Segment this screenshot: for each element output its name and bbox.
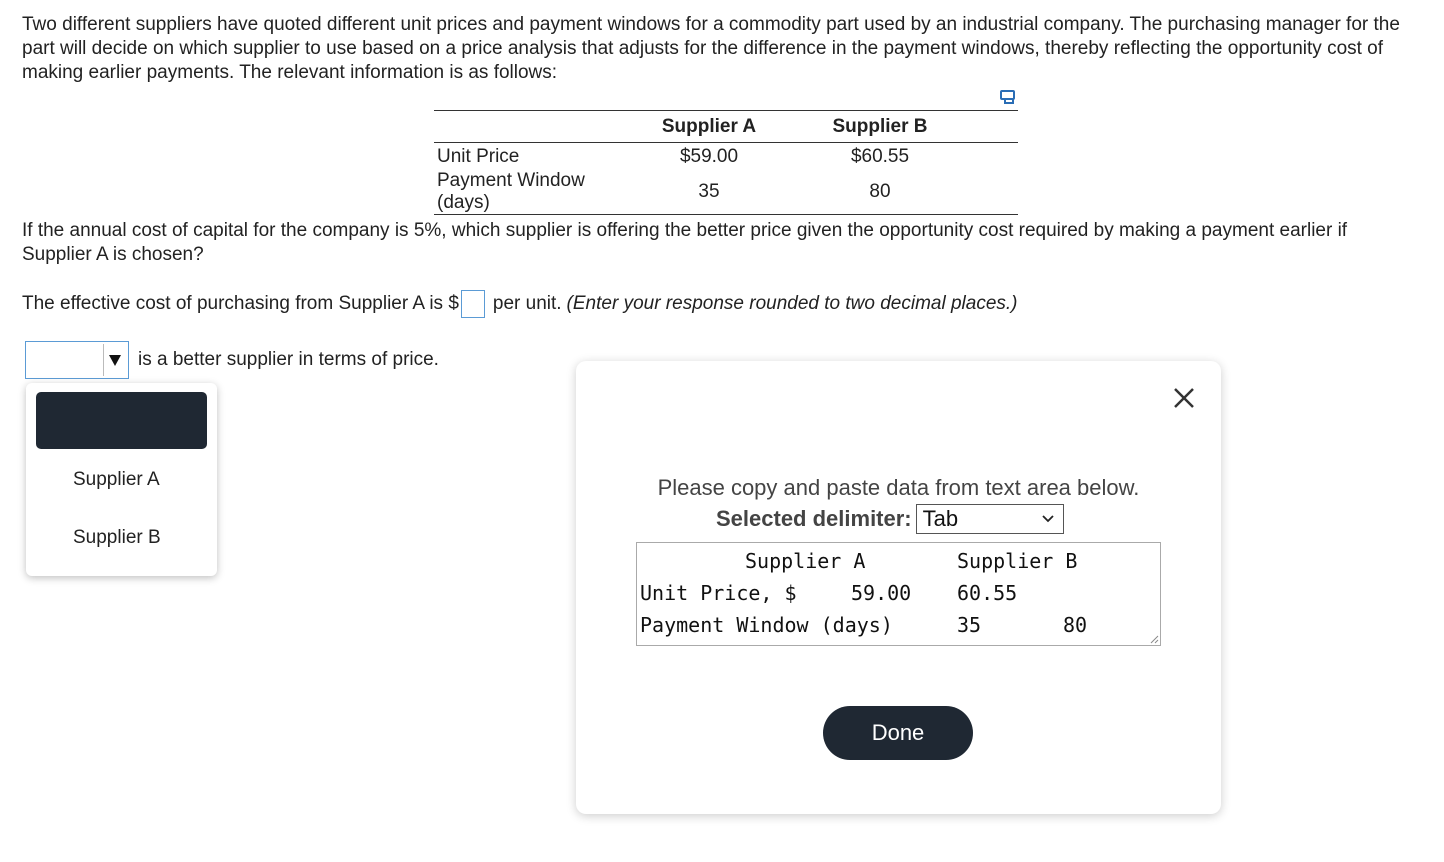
cell-supplier-b: $60.55 — [850, 145, 910, 167]
table-header-row: Supplier A Supplier B — [434, 110, 1018, 143]
delimiter-value: Tab — [922, 506, 959, 531]
supplier-data-table: Supplier A Supplier B Unit Price $59.00 … — [434, 110, 1018, 215]
dropdown-arrow-icon[interactable] — [103, 344, 126, 376]
table-row: Unit Price $59.00 $60.55 — [434, 143, 1018, 171]
row-label: Unit Price — [437, 145, 520, 167]
textarea-cell: Unit Price, $ — [640, 581, 797, 605]
table-header-supplier-a: Supplier A — [624, 110, 794, 143]
rounding-hint: (Enter your response rounded to two deci… — [566, 293, 1018, 314]
delimiter-select[interactable]: Tab — [915, 504, 1064, 534]
effective-cost-line: The effective cost of purchasing from Su… — [22, 290, 1018, 318]
textarea-cell: 35 — [957, 613, 982, 637]
textarea-cell: 80 — [1063, 613, 1088, 637]
copy-data-modal: Please copy and paste data from text are… — [576, 361, 1221, 814]
data-textarea[interactable]: Supplier A Supplier B Unit Price, $ 59.0… — [636, 542, 1161, 646]
dropdown-option-supplier-a[interactable]: Supplier A — [73, 469, 160, 491]
textarea-cell: Supplier A — [745, 549, 866, 573]
effective-cost-prefix: The effective cost of purchasing from Su… — [22, 293, 459, 314]
better-supplier-text: is a better supplier in terms of price. — [138, 349, 439, 370]
chevron-down-icon — [1042, 515, 1054, 523]
copy-data-icon[interactable] — [998, 87, 1018, 107]
page: Two different suppliers have quoted diff… — [0, 0, 1444, 862]
cell-supplier-b: 80 — [794, 170, 966, 215]
modal-instruction: Please copy and paste data from text are… — [657, 475, 1140, 500]
effective-cost-answer-input[interactable] — [460, 290, 485, 318]
effective-cost-suffix: per unit. — [492, 293, 562, 314]
textarea-cell: 60.55 — [957, 581, 1018, 605]
table-row: Payment Window (days) 35 80 — [434, 170, 1018, 215]
textarea-cell: Supplier B — [957, 549, 1078, 573]
better-supplier-row: is a better supplier in terms of price. — [25, 341, 439, 379]
table-header-supplier-b: Supplier B — [794, 110, 966, 143]
better-supplier-dropdown[interactable] — [25, 341, 129, 379]
table-header-empty — [434, 110, 624, 143]
dropdown-menu-highlighted-blank[interactable] — [36, 392, 207, 449]
cell-supplier-a: $59.00 — [679, 145, 739, 167]
delimiter-row: Selected delimiter: Tab — [716, 504, 1064, 534]
problem-intro-text: Two different suppliers have quoted diff… — [22, 14, 1400, 83]
cell-supplier-a: 35 — [624, 170, 794, 215]
dropdown-option-supplier-b[interactable]: Supplier B — [73, 527, 161, 549]
textarea-cell: Payment Window (days) — [640, 613, 893, 637]
done-button[interactable]: Done — [823, 706, 973, 760]
dropdown-menu: Supplier A Supplier B — [26, 383, 217, 576]
textarea-cell: 59.00 — [851, 581, 912, 605]
close-icon[interactable] — [1169, 383, 1199, 413]
row-label: Payment Window (days) — [434, 170, 624, 215]
question-text: If the annual cost of capital for the co… — [22, 220, 1348, 265]
delimiter-label: Selected delimiter: — [716, 506, 912, 531]
resize-grip-icon[interactable] — [1149, 634, 1159, 644]
